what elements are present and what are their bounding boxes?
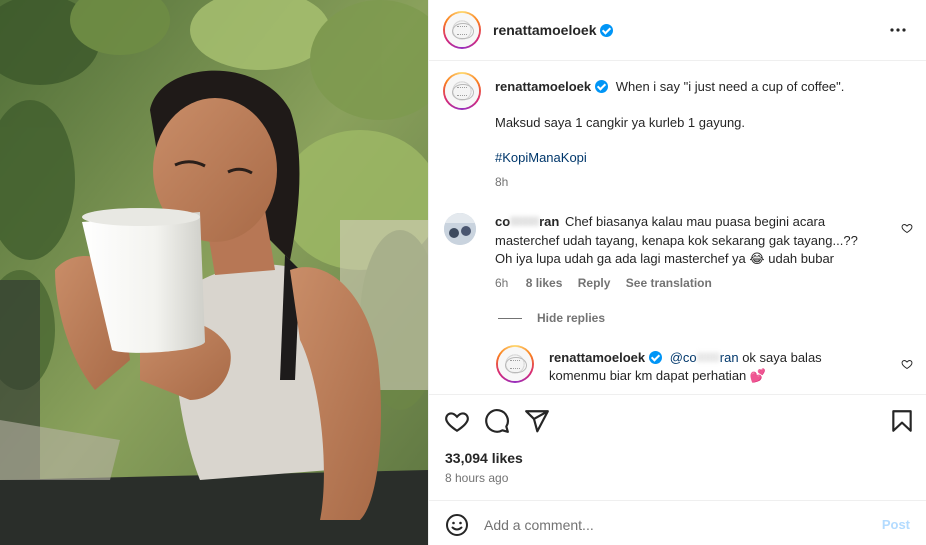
commenter-username-end: ran <box>539 214 560 229</box>
reply-text-2: komenmu biar km dapat perhatian <box>549 368 747 383</box>
likes-count[interactable]: 33,094 likes <box>445 450 523 466</box>
comment-time[interactable]: 6h <box>495 276 508 290</box>
divider <box>429 500 926 501</box>
comment-icon[interactable] <box>484 408 510 434</box>
caption-hashtag[interactable]: #KopiManaKopi <box>495 149 587 167</box>
hide-replies-line <box>498 318 522 319</box>
comment-text-3b: udah bubar <box>768 251 835 266</box>
reply-mention-blurred: llllllll <box>696 350 720 365</box>
comment-line-1: collllllllran Chef biasanya kalau mau pu… <box>495 213 825 231</box>
post-details-panel: renattamoeloek renattamoeloek When i say… <box>428 0 926 545</box>
comment-like-heart-icon[interactable] <box>901 222 913 234</box>
verified-badge-icon <box>595 80 609 93</box>
reply-button[interactable]: Reply <box>578 276 611 290</box>
avatar-image <box>445 74 479 108</box>
avatar-image <box>445 13 479 47</box>
more-horizontal-icon[interactable] <box>889 22 907 40</box>
caption-line-1: renattamoeloek When i say "i just need a… <box>495 78 844 96</box>
commenter-username-start: co <box>495 214 511 229</box>
send-icon[interactable] <box>524 408 550 434</box>
comment-meta: 6h 8 likes Reply See translation <box>495 276 712 290</box>
reply-emoji: 💕 <box>749 368 767 383</box>
verified-badge-icon <box>600 24 614 37</box>
caption-avatar[interactable] <box>443 72 481 110</box>
posted-time[interactable]: 8 hours ago <box>445 471 508 485</box>
heart-icon[interactable] <box>444 408 470 434</box>
hide-replies-button[interactable]: Hide replies <box>537 311 605 325</box>
author-avatar[interactable] <box>443 11 481 49</box>
verified-badge-icon <box>649 351 663 364</box>
comment-emoji: 😂 <box>749 251 765 266</box>
reply-mention-end: ran <box>719 350 739 365</box>
author-username-row[interactable]: renattamoeloek <box>493 22 614 38</box>
avatar-image <box>498 347 532 381</box>
reply-mention-start: @co <box>669 350 697 365</box>
commenter-avatar[interactable] <box>444 213 476 245</box>
bookmark-icon[interactable] <box>889 408 915 434</box>
post-photo[interactable] <box>0 0 428 545</box>
reply-username[interactable]: renattamoeloek <box>549 350 645 365</box>
comment-line-3: Oh iya lupa udah ga ada lagi masterchef … <box>495 250 834 268</box>
reply-line-2: komenmu biar km dapat perhatian 💕 <box>549 367 766 385</box>
see-translation-button[interactable]: See translation <box>626 276 712 290</box>
reply-mention[interactable]: @collllllllran <box>670 350 739 365</box>
comment-text-3a: Oh iya lupa udah ga ada lagi masterchef … <box>495 251 746 266</box>
commenter-username[interactable]: collllllllran <box>495 214 559 229</box>
add-comment-input[interactable]: Add a comment... <box>484 517 594 533</box>
reply-like-heart-icon[interactable] <box>901 358 913 370</box>
caption-username[interactable]: renattamoeloek <box>495 79 591 94</box>
post-header: renattamoeloek <box>429 0 926 61</box>
comment-text-2: masterchef udah tayang, kenapa kok sekar… <box>495 233 858 248</box>
reply-text-a: ok saya balas <box>742 350 822 365</box>
comment-text-1: Chef biasanya kalau mau puasa begini aca… <box>564 214 826 229</box>
photo-woman-drinking-coffee <box>0 0 428 545</box>
emoji-smiley-icon[interactable] <box>445 513 469 537</box>
hide-replies-label: Hide replies <box>537 311 606 325</box>
commenter-username-blurred: llllllll <box>510 214 540 229</box>
comment-likes[interactable]: 8 likes <box>526 276 563 290</box>
instagram-post: renattamoeloek renattamoeloek When i say… <box>0 0 926 545</box>
divider <box>429 394 926 395</box>
author-username[interactable]: renattamoeloek <box>493 22 596 38</box>
caption-time[interactable]: 8h <box>495 175 508 189</box>
reply-line-1: renattamoeloek @collllllllran ok saya ba… <box>549 349 822 367</box>
caption-text-2: Maksud saya 1 cangkir ya kurleb 1 gayung… <box>495 115 746 130</box>
reply-avatar[interactable] <box>496 345 534 383</box>
caption-text-1: When i say "i just need a cup of coffee"… <box>615 79 845 94</box>
post-comment-button[interactable]: Post <box>882 517 910 532</box>
